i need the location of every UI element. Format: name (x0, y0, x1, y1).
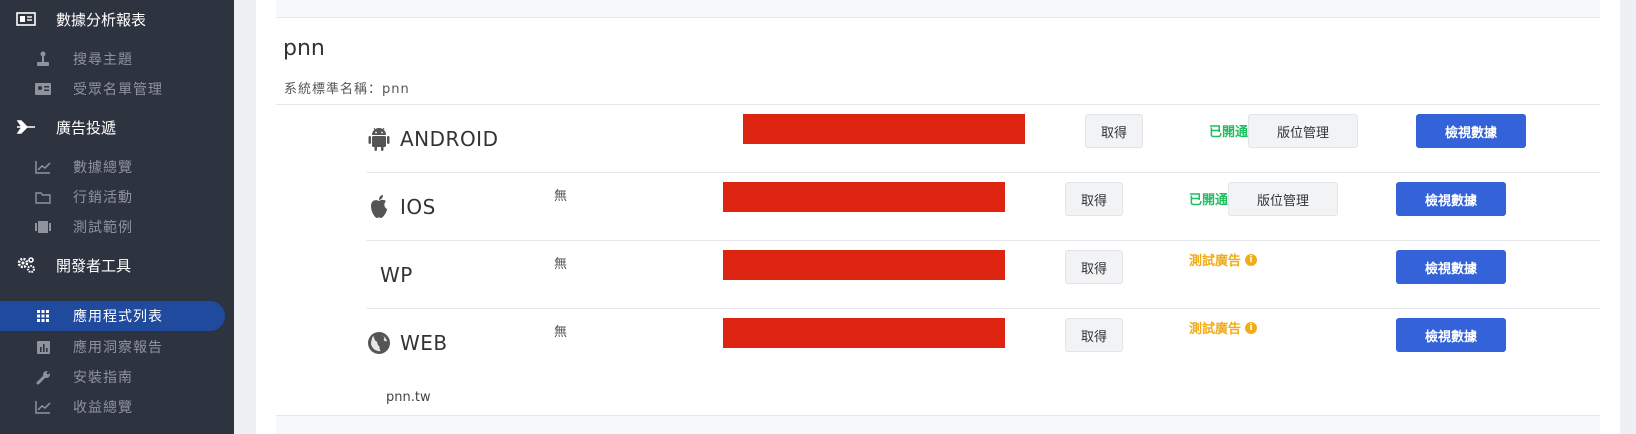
sidebar-item-label: 收益總覽 (73, 400, 133, 416)
status-text: 測試廣告 (1189, 322, 1242, 337)
slot-management-button[interactable]: 版位管理 (1228, 182, 1338, 216)
status-badge: 測試廣告 i (1189, 250, 1258, 269)
app-domain: pnn.tw (386, 390, 431, 405)
sidebar-item-audience[interactable]: 受眾名單管理 (0, 74, 234, 104)
sidebar-section-label: 數據分析報表 (56, 10, 147, 29)
view-data-button[interactable]: 檢視數據 (1396, 182, 1506, 216)
joystick-icon (35, 51, 51, 67)
apple-icon (366, 193, 392, 221)
platform-row-ios: IOS 無 取得 已開通 版位管理 檢視數據 (366, 172, 1600, 240)
sidebar-item-label: 應用程式列表 (73, 309, 163, 325)
redacted-key (723, 318, 1005, 348)
info-icon[interactable]: i (1245, 253, 1258, 266)
line-chart-icon (35, 399, 51, 415)
plane-icon (16, 118, 36, 136)
id-card-icon (35, 81, 51, 97)
main-panel: pnn 系統標準名稱：pnn ANDROID 取得 已開通 版位管理 檢視數據 … (256, 0, 1620, 434)
previous-app-footer (276, 0, 1600, 18)
bar-chart-icon (35, 339, 51, 355)
sidebar-item-label: 行銷活動 (73, 190, 133, 206)
platform-row-web: WEB 無 取得 測試廣告 i 檢視數據 (366, 308, 1600, 376)
sidebar-item-label: 數據總覽 (73, 160, 133, 176)
sidebar-item-revenue-overview[interactable]: 收益總覽 (0, 392, 234, 422)
redacted-key (723, 182, 1005, 212)
sidebar-section-label: 廣告投遞 (56, 118, 117, 137)
redacted-key (743, 114, 1025, 144)
none-label: 無 (554, 257, 568, 272)
sidebar-section-reports[interactable]: 數據分析報表 (0, 4, 234, 34)
view-data-button[interactable]: 檢視數據 (1416, 114, 1526, 148)
app-title: pnn (283, 36, 325, 61)
sidebar-item-search-topics[interactable]: 搜尋主題 (0, 44, 234, 74)
grid-icon (35, 308, 51, 324)
sidebar-item-data-overview[interactable]: 數據總覽 (0, 152, 234, 182)
platform-row-android: ANDROID 取得 已開通 版位管理 檢視數據 (276, 104, 1600, 172)
sidebar-section-ads[interactable]: 廣告投遞 (0, 112, 234, 142)
sidebar-item-app-insights[interactable]: 應用洞察報告 (0, 332, 234, 362)
redacted-key (723, 250, 1005, 280)
none-label: 無 (554, 189, 568, 204)
report-icon (16, 10, 36, 28)
platform-label-wp: WP (380, 263, 413, 287)
get-button[interactable]: 取得 (1065, 250, 1123, 284)
status-badge: 測試廣告 i (1189, 318, 1258, 337)
none-label: 無 (554, 325, 568, 340)
gears-icon (16, 256, 36, 274)
line-chart-icon (35, 159, 51, 175)
sidebar-item-test-samples[interactable]: 測試範例 (0, 212, 234, 242)
slot-management-button[interactable]: 版位管理 (1248, 114, 1358, 148)
status-text: 測試廣告 (1189, 254, 1242, 269)
android-icon (366, 125, 392, 153)
platform-label-ios: IOS (366, 173, 436, 241)
sidebar-item-label: 安裝指南 (73, 370, 133, 386)
film-icon (35, 219, 51, 235)
get-button[interactable]: 取得 (1065, 182, 1123, 216)
sidebar-item-campaigns[interactable]: 行銷活動 (0, 182, 234, 212)
platform-label-android: ANDROID (366, 105, 498, 173)
sidebar-item-app-list[interactable]: 應用程式列表 (0, 301, 225, 331)
globe-icon (366, 329, 392, 357)
sidebar-section-label: 開發者工具 (56, 256, 132, 275)
info-icon[interactable]: i (1245, 321, 1258, 334)
sidebar-item-install-guide[interactable]: 安裝指南 (0, 362, 234, 392)
sidebar-item-label: 搜尋主題 (73, 52, 133, 68)
platform-label-web: WEB (366, 309, 448, 377)
next-app-header (276, 415, 1600, 434)
status-badge: 已開通 (1189, 193, 1229, 208)
get-button[interactable]: 取得 (1065, 318, 1123, 352)
sidebar-item-label: 應用洞察報告 (73, 340, 163, 356)
app-standard-name: 系統標準名稱：pnn (284, 82, 410, 97)
status-badge: 已開通 (1209, 125, 1249, 140)
sidebar-section-dev-tools[interactable]: 開發者工具 (0, 250, 234, 280)
sidebar-item-label: 測試範例 (73, 220, 133, 236)
view-data-button[interactable]: 檢視數據 (1396, 250, 1506, 284)
get-button[interactable]: 取得 (1085, 114, 1143, 148)
sidebar: 數據分析報表 搜尋主題 受眾名單管理 廣告投遞 數據總覽 行銷活動 測試範例 開… (0, 0, 234, 434)
sidebar-item-label: 受眾名單管理 (73, 82, 163, 98)
view-data-button[interactable]: 檢視數據 (1396, 318, 1506, 352)
folder-icon (35, 189, 51, 205)
wrench-icon (35, 369, 51, 385)
platform-row-wp: WP 無 取得 測試廣告 i 檢視數據 (366, 240, 1600, 308)
